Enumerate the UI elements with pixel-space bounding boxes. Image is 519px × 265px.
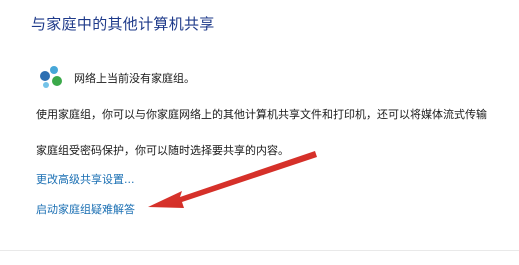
homegroup-troubleshooter-link[interactable]: 启动家庭组疑难解答 (36, 202, 135, 218)
homegroup-description-line-1: 使用家庭组，你可以与你家庭网络上的其他计算机共享文件和打印机，还可以将媒体流式传… (36, 108, 487, 121)
bottom-divider (0, 250, 519, 251)
advanced-sharing-settings-link[interactable]: 更改高级共享设置... (36, 172, 135, 188)
homegroup-status-text: 网络上当前没有家庭组。 (74, 72, 195, 85)
homegroup-panel: 与家庭中的其他计算机共享 网络上当前没有家庭组。 使用家庭组，你可以与你家庭网络… (0, 0, 519, 265)
annotation-arrow (148, 151, 317, 208)
section-title: 与家庭中的其他计算机共享 (31, 15, 215, 33)
homegroup-description-line-2: 家庭组受密码保护，你可以随时选择要共享的内容。 (36, 144, 289, 157)
homegroup-icon (36, 64, 66, 90)
